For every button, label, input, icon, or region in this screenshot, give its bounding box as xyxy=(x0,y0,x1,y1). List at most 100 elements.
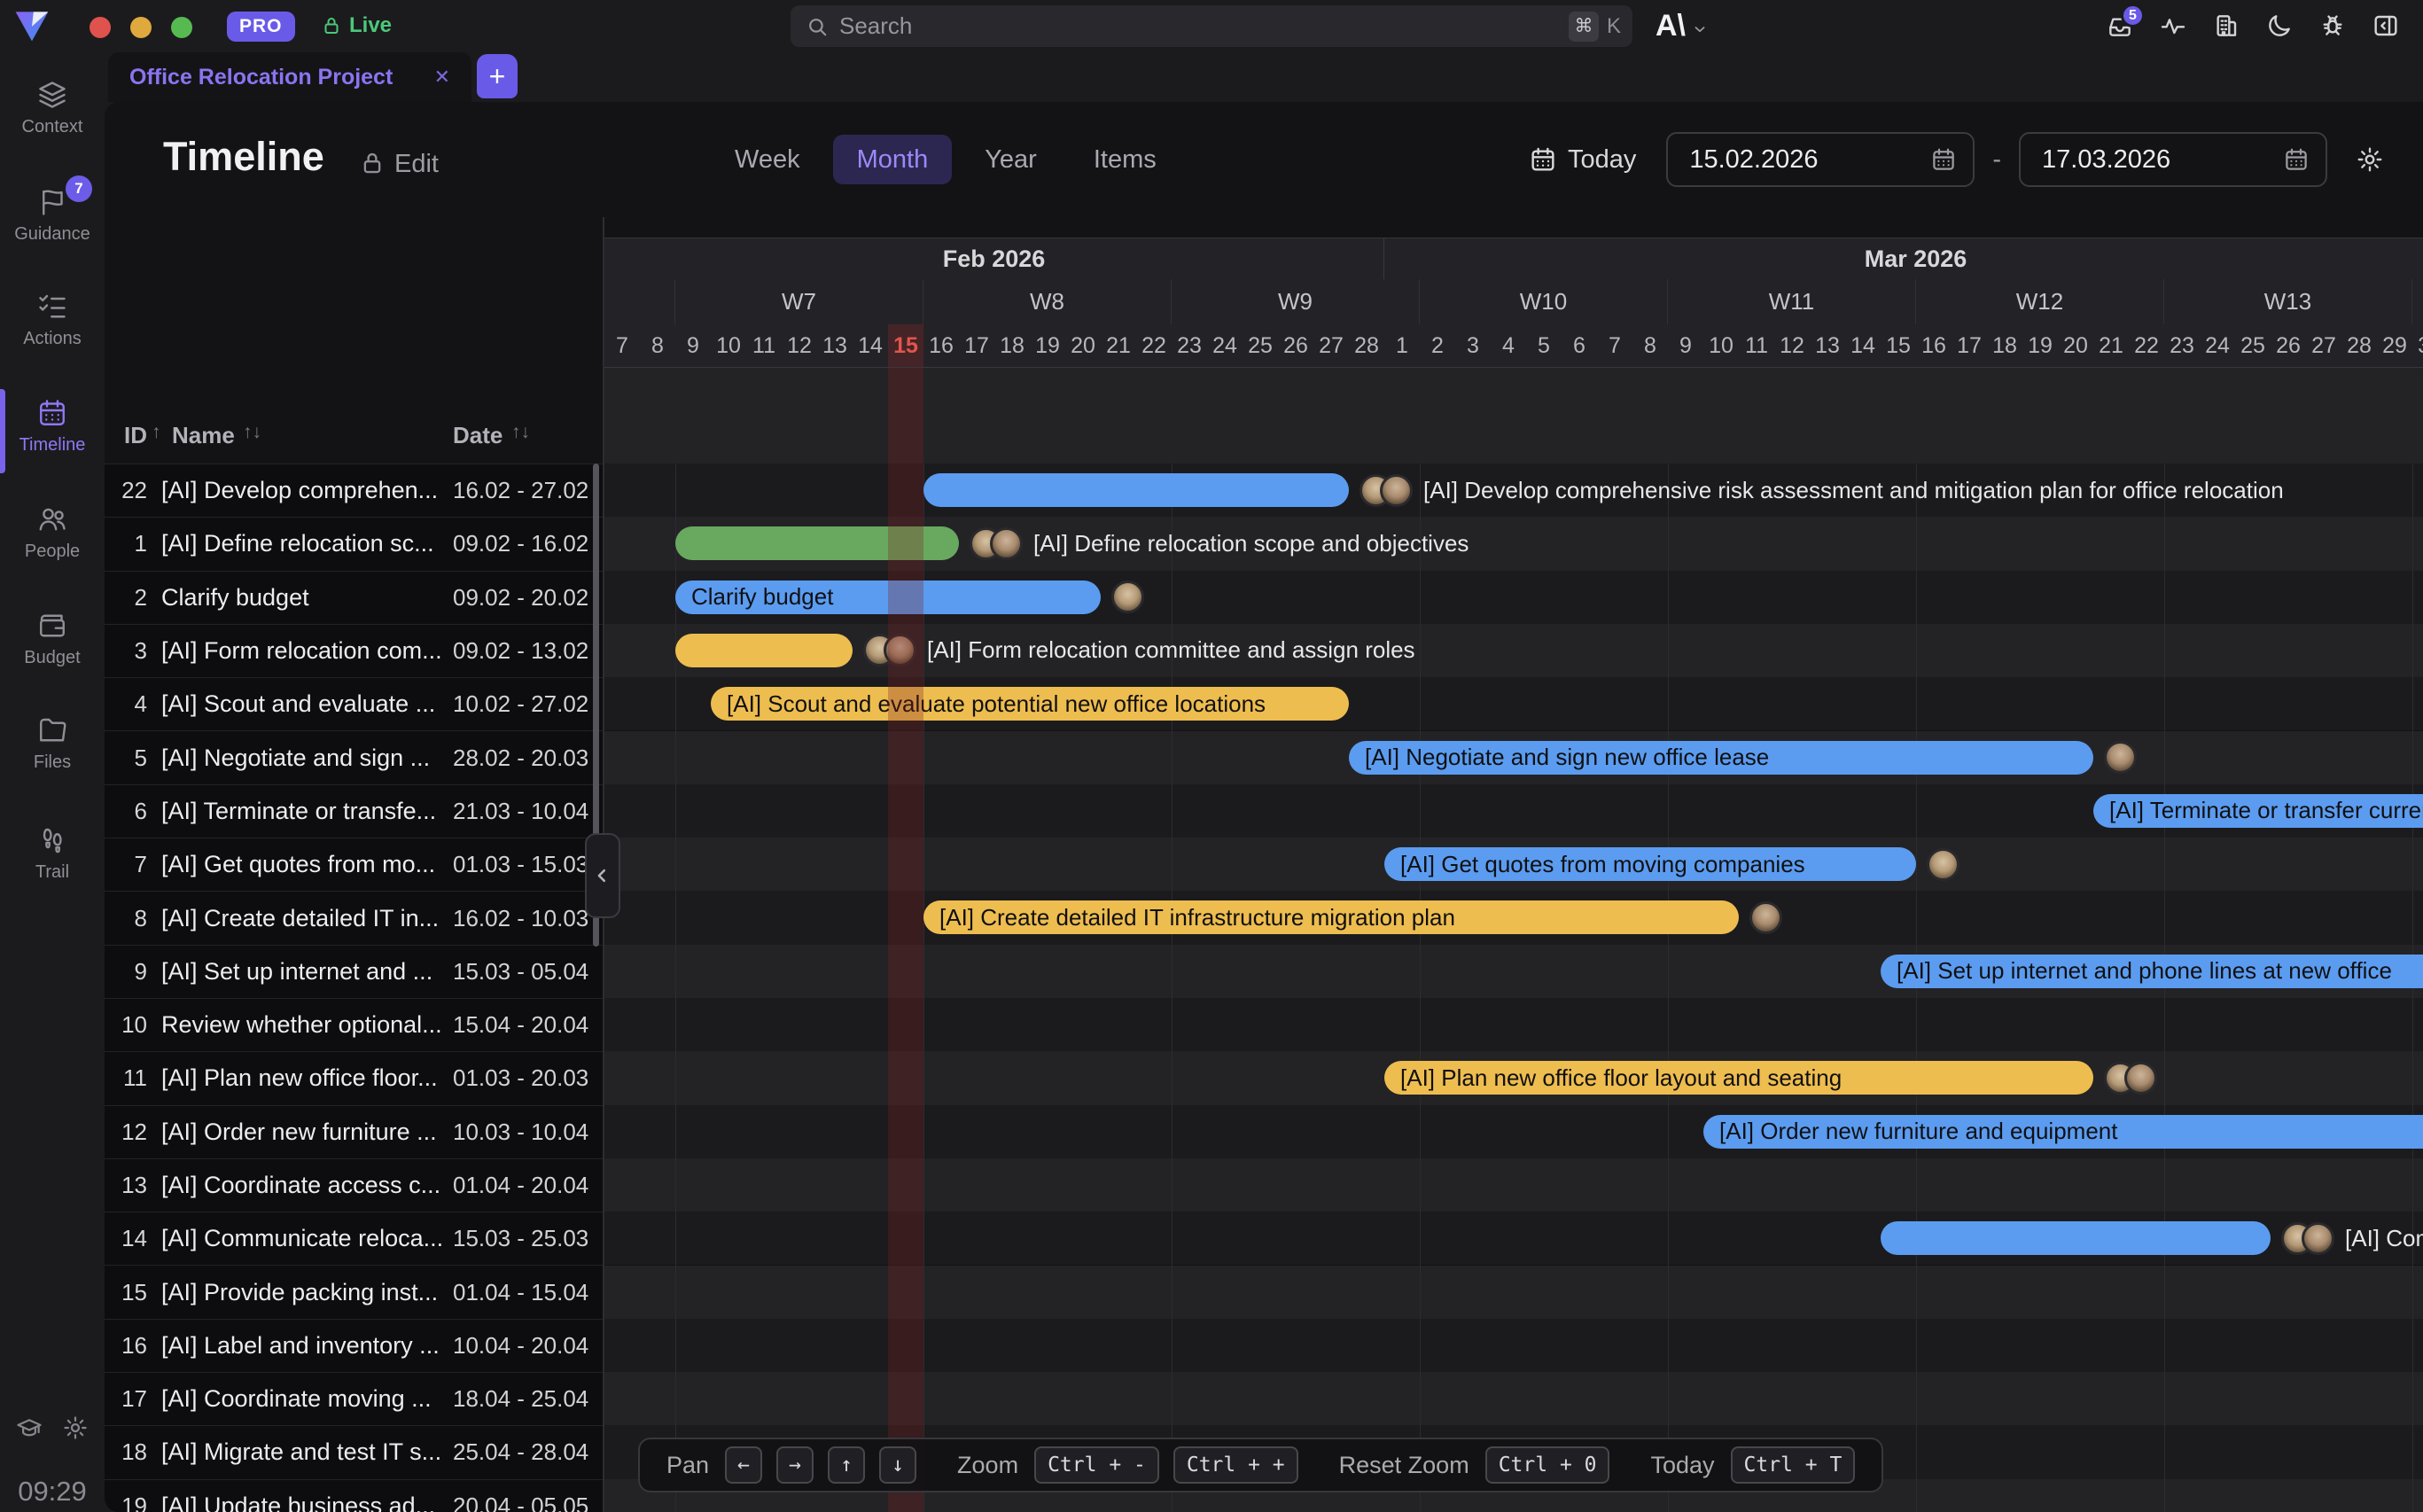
close-tab-icon[interactable]: ✕ xyxy=(434,66,450,89)
zoom-in-shortcut[interactable]: Ctrl + + xyxy=(1173,1446,1298,1484)
sidebar-item-timeline[interactable]: Timeline xyxy=(0,397,105,456)
table-row[interactable]: 2Clarify budget09.02 - 20.02 xyxy=(105,571,603,624)
pan-left-button[interactable]: ← xyxy=(725,1446,762,1484)
table-row[interactable]: 13[AI] Coordinate access c...01.04 - 20.… xyxy=(105,1158,603,1212)
table-row[interactable]: 17[AI] Coordinate moving ...18.04 - 25.0… xyxy=(105,1372,603,1425)
new-tab-button[interactable]: + xyxy=(477,54,518,98)
table-row[interactable]: 16[AI] Label and inventory ...10.04 - 20… xyxy=(105,1319,603,1372)
sidebar-item-budget[interactable]: Budget xyxy=(0,610,105,668)
task-bar[interactable]: [AI] Scout and evaluate potential new of… xyxy=(711,687,1349,721)
table-row[interactable]: 5[AI] Negotiate and sign ...28.02 - 20.0… xyxy=(105,730,603,783)
table-row[interactable]: 3[AI] Form relocation com...09.02 - 13.0… xyxy=(105,624,603,677)
search-input[interactable]: Search ⌘ K xyxy=(791,5,1632,47)
task-bar[interactable]: [AI] Plan new office floor layout and se… xyxy=(1384,1061,2093,1095)
sidebar-item-context[interactable]: Context xyxy=(0,79,105,137)
avatar[interactable] xyxy=(2104,741,2137,774)
toolbar: Timeline Edit WeekMonthYearItems Today 1… xyxy=(105,102,2423,217)
task-bar[interactable] xyxy=(923,473,1349,507)
tab-office-relocation-project[interactable]: Office Relocation Project ✕ xyxy=(108,52,471,102)
table-row[interactable]: 4[AI] Scout and evaluate ...10.02 - 27.0… xyxy=(105,677,603,730)
learn-icon[interactable] xyxy=(16,1415,43,1441)
pan-up-button[interactable]: ↑ xyxy=(828,1446,865,1484)
view-tab-month[interactable]: Month xyxy=(833,135,953,184)
task-id: 2 xyxy=(105,572,147,624)
reset-zoom-shortcut[interactable]: Ctrl + 0 xyxy=(1485,1446,1610,1484)
table-row[interactable]: 1[AI] Define relocation sc...09.02 - 16.… xyxy=(105,517,603,570)
date-to-input[interactable]: 17.03.2026 xyxy=(2019,132,2327,187)
gantt-empty-zone xyxy=(604,368,2423,464)
table-row[interactable]: 10Review whether optional...15.04 - 20.0… xyxy=(105,998,603,1051)
today-shortcut[interactable]: Ctrl + T xyxy=(1731,1446,1856,1484)
task-date-range: 09.02 - 16.02 xyxy=(453,518,588,570)
table-row[interactable]: 6[AI] Terminate or transfe...21.03 - 10.… xyxy=(105,784,603,838)
task-id: 15 xyxy=(105,1266,147,1318)
table-row[interactable]: 18[AI] Migrate and test IT s...25.04 - 2… xyxy=(105,1425,603,1478)
today-button[interactable]: Today xyxy=(1529,145,1636,175)
inbox-icon[interactable]: 5 xyxy=(2106,12,2134,40)
column-date[interactable]: Date xyxy=(453,422,503,449)
table-row[interactable]: 7[AI] Get quotes from mo...01.03 - 15.03 xyxy=(105,838,603,891)
task-bar[interactable]: [AI] Order new furniture and equipment xyxy=(1703,1115,2423,1149)
date-from-input[interactable]: 15.02.2026 xyxy=(1666,132,1975,187)
table-row[interactable]: 19[AI] Update business ad...20.04 - 05.0… xyxy=(105,1479,603,1512)
gantt-row xyxy=(604,1158,2423,1212)
pan-down-button[interactable]: ↓ xyxy=(879,1446,916,1484)
pane-collapse-handle[interactable] xyxy=(585,833,620,918)
ai-model-selector[interactable]: A\ xyxy=(1656,9,1708,43)
avatar[interactable] xyxy=(990,527,1023,560)
avatar[interactable] xyxy=(2302,1222,2334,1255)
sidebar-item-files[interactable]: Files xyxy=(0,714,105,773)
task-bar[interactable]: [AI] Negotiate and sign new office lease xyxy=(1349,741,2093,775)
day-cell: 19 xyxy=(2022,324,2058,367)
task-bar[interactable] xyxy=(675,634,853,667)
task-bar[interactable]: [AI] Set up internet and phone lines at … xyxy=(1881,955,2423,988)
table-row[interactable]: 12[AI] Order new furniture ...10.03 - 10… xyxy=(105,1105,603,1158)
activity-icon[interactable] xyxy=(2159,12,2187,40)
column-name[interactable]: Name xyxy=(172,422,235,449)
table-row[interactable]: 9[AI] Set up internet and ...15.03 - 05.… xyxy=(105,945,603,998)
view-tab-items[interactable]: Items xyxy=(1070,135,1180,184)
timeline-settings-icon[interactable] xyxy=(2356,145,2384,174)
sort-asc-icon[interactable]: ↑ xyxy=(152,422,161,443)
avatar[interactable] xyxy=(1380,474,1413,507)
table-row[interactable]: 14[AI] Communicate reloca...15.03 - 25.0… xyxy=(105,1212,603,1265)
bug-icon[interactable] xyxy=(2318,12,2347,40)
maximize-window-button[interactable] xyxy=(171,17,192,38)
task-bar-label: [AI] Com xyxy=(2345,1225,2423,1252)
settings-icon[interactable] xyxy=(62,1415,89,1441)
task-bar[interactable]: [AI] Get quotes from moving companies xyxy=(1384,847,1916,881)
table-row[interactable]: 8[AI] Create detailed IT in...16.02 - 10… xyxy=(105,891,603,944)
sidebar-item-guidance[interactable]: 7Guidance xyxy=(0,186,105,245)
view-tab-year[interactable]: Year xyxy=(961,135,1061,184)
table-row[interactable]: 22[AI] Develop comprehen...16.02 - 27.02 xyxy=(105,464,603,517)
day-cell: 26 xyxy=(1278,324,1313,367)
calendar-icon[interactable] xyxy=(1930,146,1957,173)
avatar[interactable] xyxy=(1749,901,1782,934)
edit-button[interactable]: Edit xyxy=(394,150,439,179)
task-bar[interactable]: [AI] Terminate or transfer current o xyxy=(2093,794,2423,828)
avatar[interactable] xyxy=(2124,1062,2157,1095)
zoom-out-shortcut[interactable]: Ctrl + - xyxy=(1034,1446,1159,1484)
assignee-avatars xyxy=(1749,901,1782,934)
close-window-button[interactable] xyxy=(90,17,111,38)
sidebar-item-people[interactable]: People xyxy=(0,503,105,562)
panel-icon[interactable] xyxy=(2372,12,2400,40)
calendar-icon[interactable] xyxy=(2283,146,2310,173)
avatar[interactable] xyxy=(1111,581,1144,613)
sort-icon[interactable]: ↑↓ xyxy=(511,422,530,443)
avatar[interactable] xyxy=(1927,848,1959,881)
column-id[interactable]: ID xyxy=(124,422,147,449)
task-bar[interactable]: [AI] Create detailed IT infrastructure m… xyxy=(923,900,1739,934)
sort-icon[interactable]: ↑↓ xyxy=(243,422,261,443)
task-id: 7 xyxy=(105,838,147,891)
sidebar-item-actions[interactable]: Actions xyxy=(0,291,105,349)
table-row[interactable]: 15[AI] Provide packing inst...01.04 - 15… xyxy=(105,1265,603,1318)
task-bar[interactable] xyxy=(1881,1221,2271,1255)
moon-icon[interactable] xyxy=(2265,12,2294,40)
building-icon[interactable] xyxy=(2212,12,2240,40)
sidebar-item-trail[interactable]: Trail xyxy=(0,824,105,883)
pan-right-button[interactable]: → xyxy=(776,1446,814,1484)
table-row[interactable]: 11[AI] Plan new office floor...01.03 - 2… xyxy=(105,1051,603,1104)
view-tab-week[interactable]: Week xyxy=(711,135,824,184)
minimize-window-button[interactable] xyxy=(130,17,152,38)
